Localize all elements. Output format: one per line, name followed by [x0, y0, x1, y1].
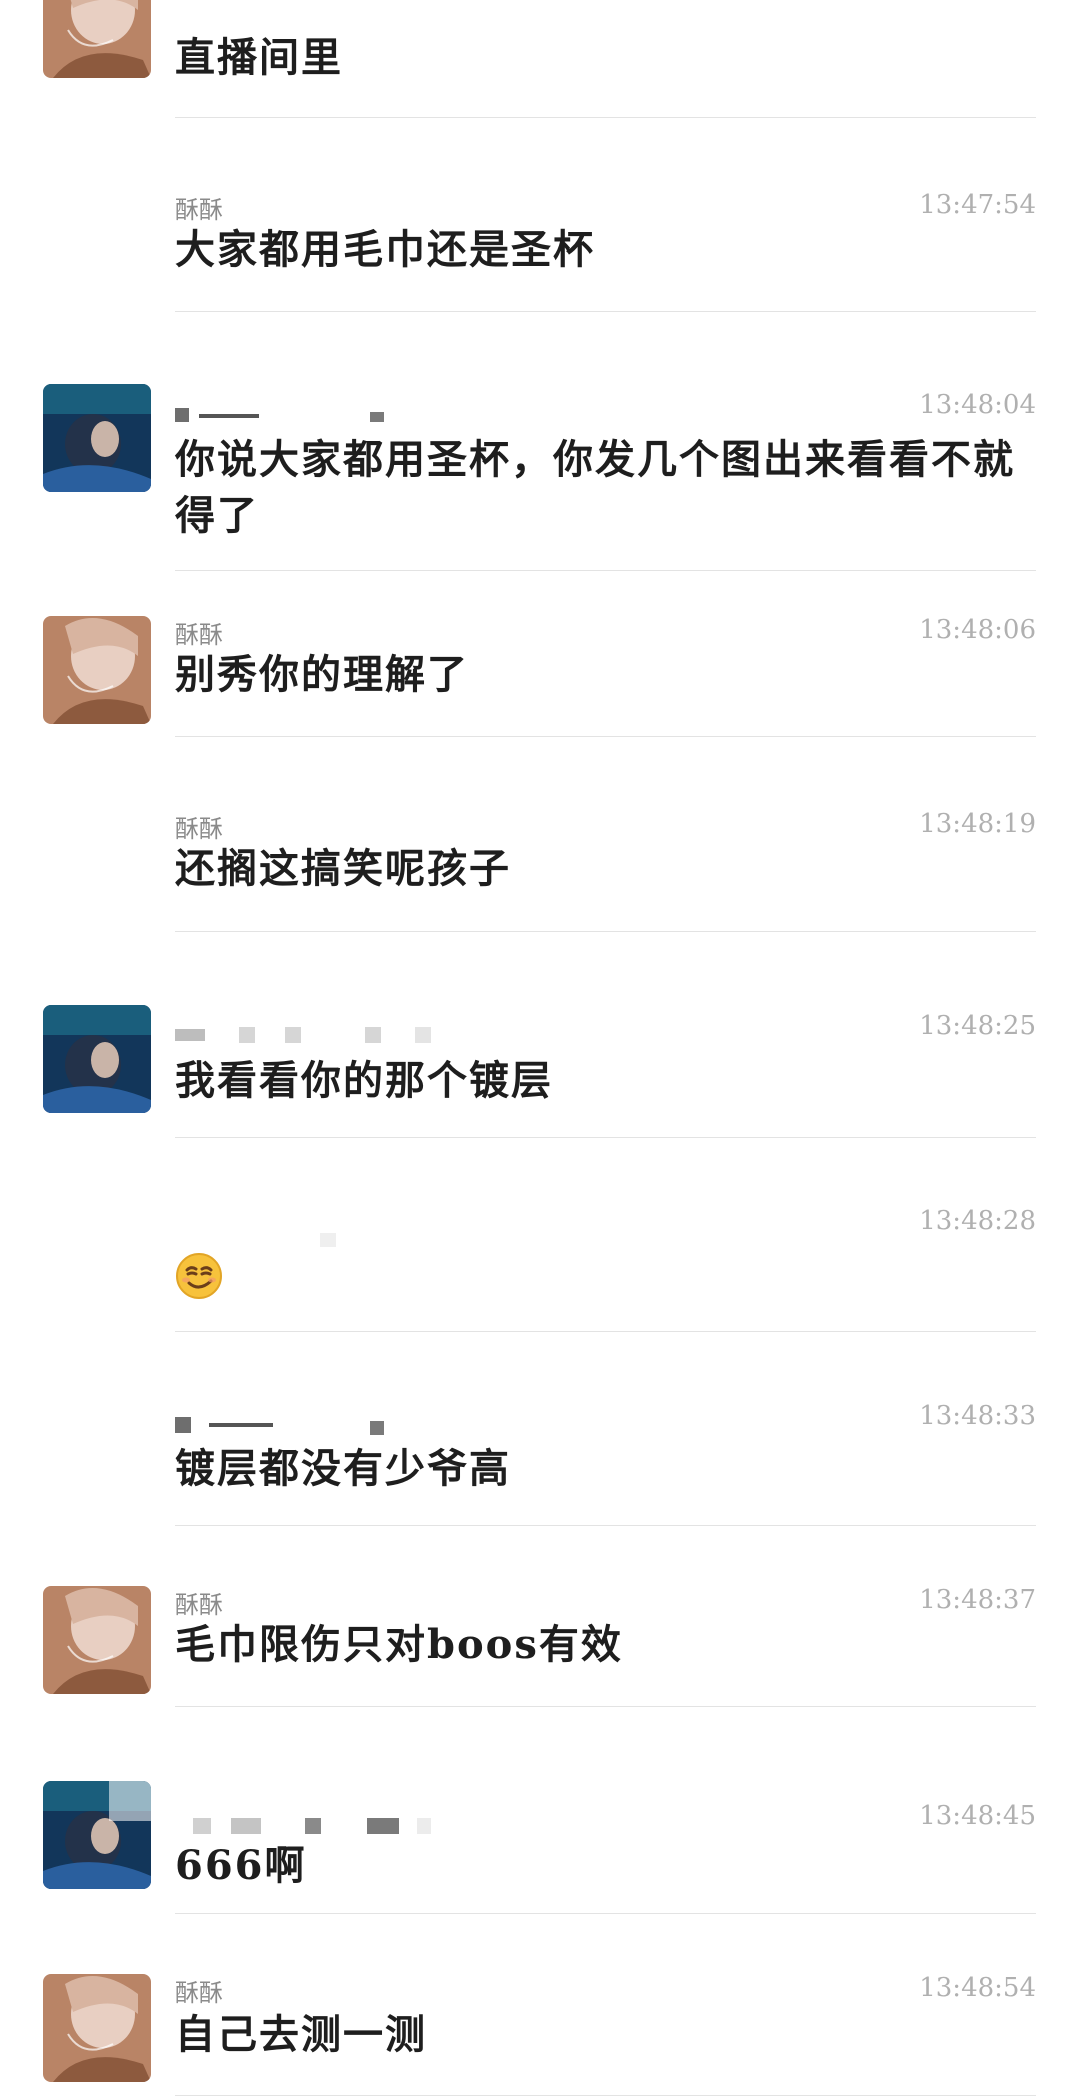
avatar[interactable] [43, 1005, 151, 1113]
sender-name: 酥酥 [175, 1591, 223, 1619]
divider [175, 931, 1036, 932]
divider [175, 1331, 1036, 1332]
avatar[interactable] [43, 1586, 151, 1694]
divider [175, 117, 1036, 118]
redacted-sender-name [175, 394, 475, 434]
timestamp: 13:48:25 [919, 1011, 1036, 1041]
message-text: 大家都用毛巾还是圣杯 [175, 226, 595, 273]
avatar[interactable] [43, 1974, 151, 2082]
sender-name: 酥酥 [175, 621, 223, 649]
timestamp: 13:48:45 [919, 1801, 1036, 1831]
divider [175, 1137, 1036, 1138]
message-text: 镀层都没有少爷高 [175, 1445, 511, 1492]
sender-name: 酥酥 [175, 196, 223, 224]
divider [175, 2095, 1036, 2096]
message-text: 直播间里 [175, 34, 343, 81]
timestamp: 13:48:33 [919, 1401, 1036, 1431]
message-text: 你说大家都用圣杯，你发几个图出来看看不就得了 [175, 436, 1015, 539]
message-text: 我看看你的那个镀层 [175, 1057, 553, 1104]
sender-name: 酥酥 [175, 815, 223, 843]
timestamp: 13:48:06 [919, 615, 1036, 645]
avatar[interactable] [43, 384, 151, 492]
divider [175, 1706, 1036, 1707]
avatar[interactable] [43, 616, 151, 724]
timestamp: 13:47:54 [919, 190, 1036, 220]
divider [175, 736, 1036, 737]
divider [175, 311, 1036, 312]
smirk-emoji [175, 1252, 223, 1300]
message-text: 666啊 [175, 1842, 307, 1889]
chat-message-list: 直播间里 酥酥 13:47:54 大家都用毛巾还是圣杯 13:48:04 你说大… [0, 0, 1080, 2097]
divider [175, 570, 1036, 571]
avatar[interactable] [43, 1781, 151, 1889]
message-text: 自己去测一测 [175, 2011, 427, 2058]
divider [175, 1525, 1036, 1526]
timestamp: 13:48:28 [919, 1206, 1036, 1236]
message-text: 还搁这搞笑呢孩子 [175, 845, 511, 892]
timestamp: 13:48:54 [919, 1973, 1036, 2003]
avatar[interactable] [43, 0, 151, 78]
divider [175, 1913, 1036, 1914]
timestamp: 13:48:04 [919, 390, 1036, 420]
redacted-sender-name [175, 1405, 475, 1445]
redacted-sender-name [175, 1017, 475, 1057]
message-text: 别秀你的理解了 [175, 651, 469, 698]
message-text: 毛巾限伤只对boos有效 [175, 1621, 623, 1668]
timestamp: 13:48:19 [919, 809, 1036, 839]
timestamp: 13:48:37 [919, 1585, 1036, 1615]
sender-name: 酥酥 [175, 1979, 223, 2007]
